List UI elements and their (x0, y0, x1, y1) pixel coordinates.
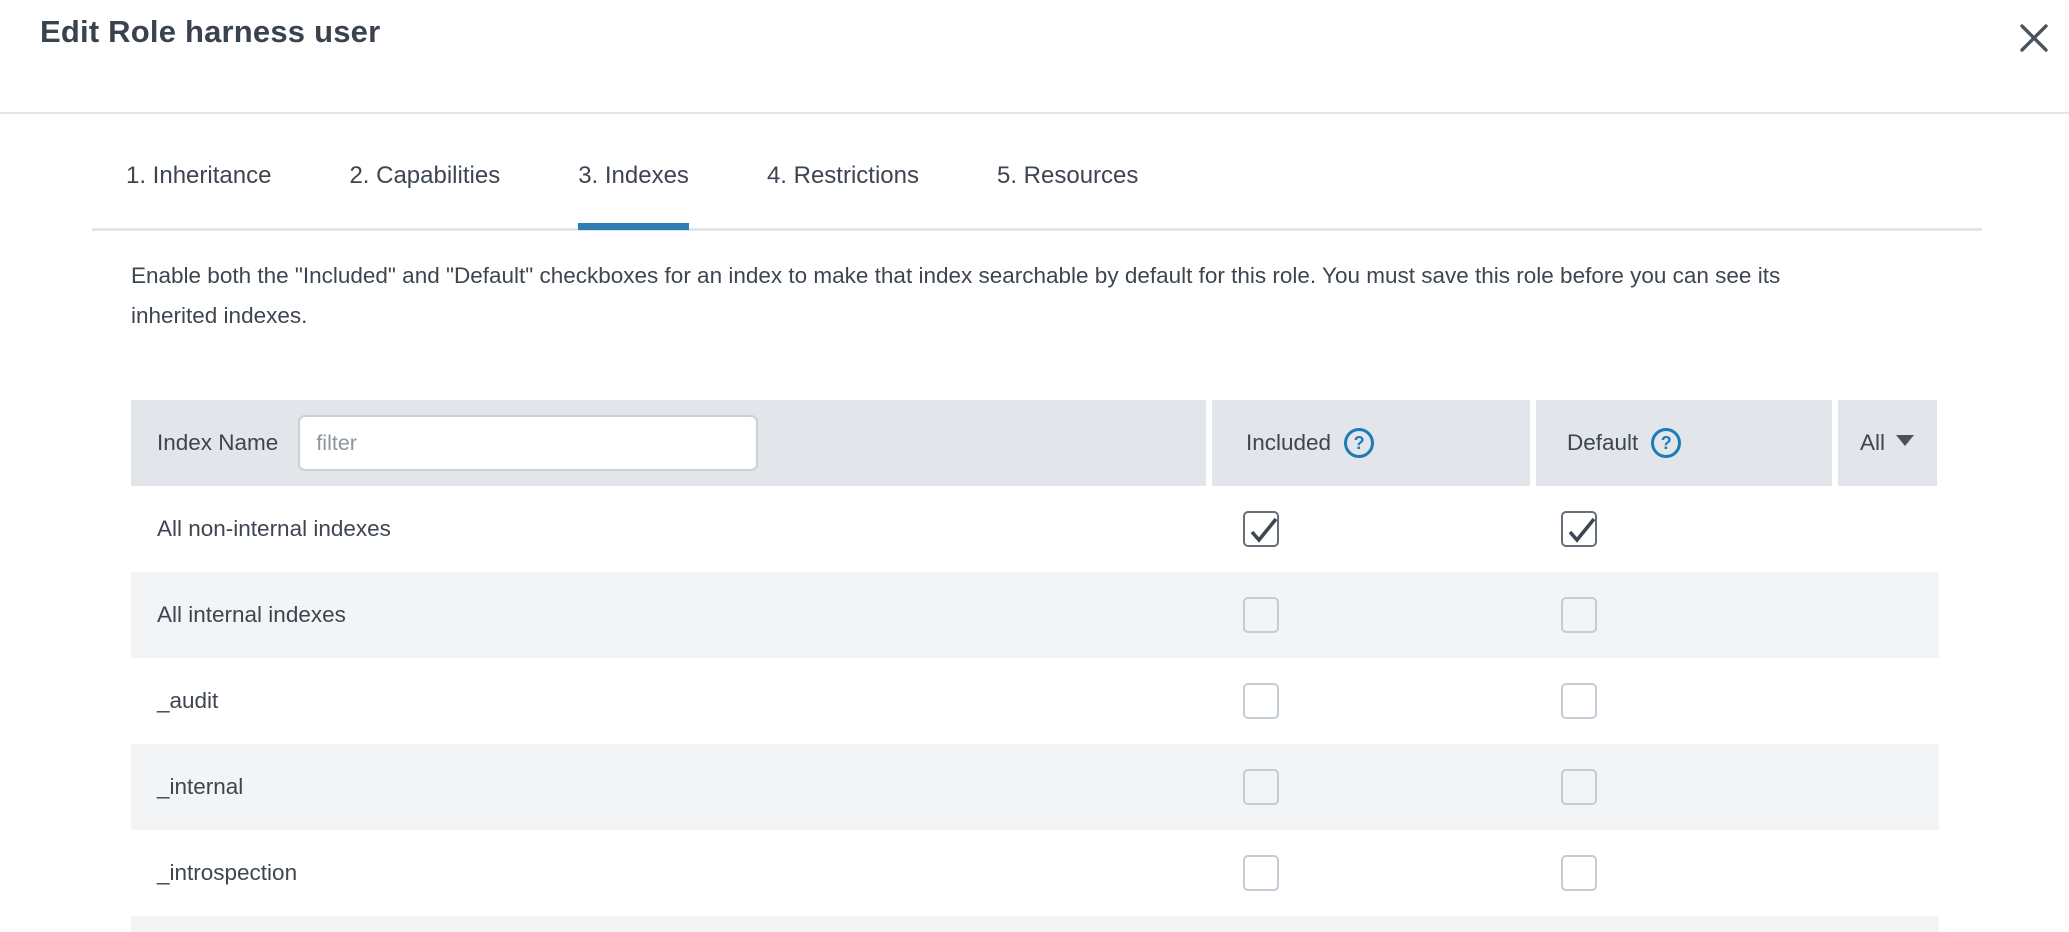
default-checkbox[interactable] (1561, 769, 1597, 805)
default-help-icon[interactable]: ? (1651, 428, 1681, 458)
default-checkbox[interactable] (1561, 597, 1597, 633)
tab-inheritance[interactable]: 1. Inheritance (126, 162, 271, 230)
page-title: Edit Role harness user (40, 14, 380, 50)
table-row: All internal indexes (131, 572, 1939, 658)
description-text: Enable both the "Included" and "Default"… (131, 256, 1861, 336)
index-name: All non-internal indexes (157, 486, 391, 572)
chevron-down-icon (1896, 435, 1914, 446)
tab-capabilities[interactable]: 2. Capabilities (349, 162, 500, 230)
tab-restrictions[interactable]: 4. Restrictions (767, 162, 919, 230)
default-checkbox[interactable] (1561, 683, 1597, 719)
index-name: _audit (157, 658, 218, 744)
included-checkbox[interactable] (1243, 597, 1279, 633)
table-row: All non-internal indexes (131, 486, 1939, 572)
table-row: _introspection (131, 830, 1939, 916)
included-help-icon[interactable]: ? (1344, 428, 1374, 458)
table-row: _internal (131, 744, 1939, 830)
default-header-label: Default (1567, 430, 1638, 456)
included-header-cell: Included ? (1212, 400, 1530, 486)
tab-resources[interactable]: 5. Resources (997, 162, 1138, 230)
index-name: All internal indexes (157, 572, 346, 658)
index-name: _internal (157, 744, 243, 830)
table-row-partial (131, 916, 1939, 932)
filter-input[interactable] (298, 415, 758, 471)
indexes-table: Index Name Included ? Default ? All All … (131, 400, 1939, 932)
all-dropdown-label: All (1860, 430, 1885, 456)
header-divider (0, 112, 2069, 114)
included-checkbox[interactable] (1243, 769, 1279, 805)
tab-indexes[interactable]: 3. Indexes (578, 162, 689, 230)
close-button[interactable] (2012, 16, 2056, 60)
default-checkbox[interactable] (1561, 511, 1597, 547)
index-name-header-cell: Index Name (131, 400, 1206, 486)
index-name-header-label: Index Name (157, 430, 278, 456)
included-checkbox[interactable] (1243, 511, 1279, 547)
check-icon (1561, 511, 1601, 551)
included-header-label: Included (1246, 430, 1331, 456)
tab-bar: 1. Inheritance 2. Capabilities 3. Indexe… (126, 162, 1138, 230)
default-header-cell: Default ? (1536, 400, 1832, 486)
table-row: _audit (131, 658, 1939, 744)
close-icon (2019, 23, 2049, 53)
default-checkbox[interactable] (1561, 855, 1597, 891)
table-header-row: Index Name Included ? Default ? All (131, 400, 1939, 486)
edit-role-dialog: Edit Role harness user 1. Inheritance 2.… (0, 0, 2069, 932)
all-dropdown[interactable]: All (1838, 400, 1937, 486)
included-checkbox[interactable] (1243, 855, 1279, 891)
included-checkbox[interactable] (1243, 683, 1279, 719)
index-name: _introspection (157, 830, 297, 916)
check-icon (1243, 511, 1283, 551)
